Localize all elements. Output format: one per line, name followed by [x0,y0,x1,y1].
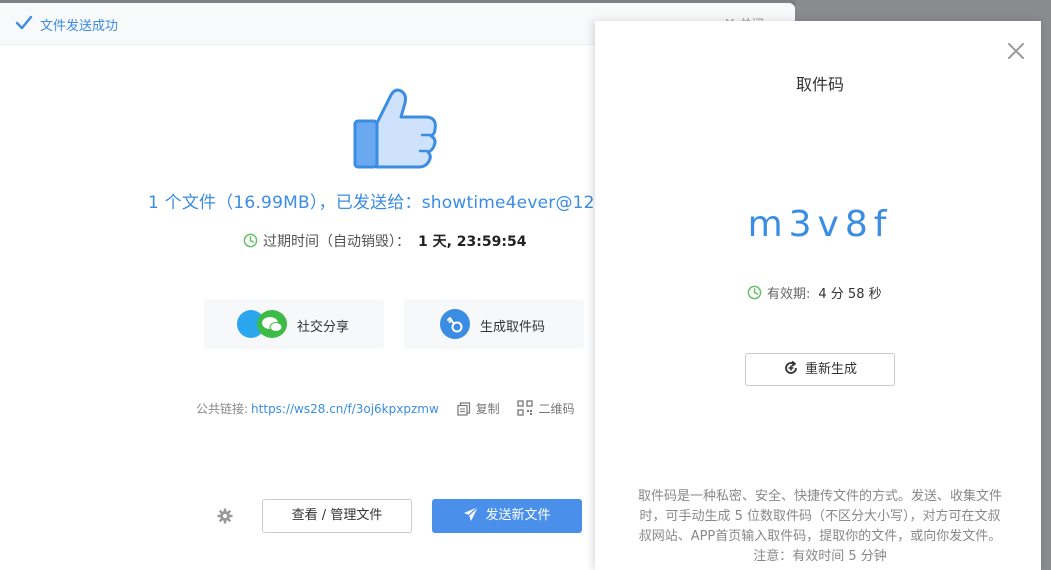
pickup-code-description: 取件码是一种私密、安全、快捷传文件的方式。发送、收集文件时，可手动生成 5 位数… [637,489,1002,564]
manage-files-button[interactable]: 查看 / 管理文件 [262,499,412,533]
expire-countdown: 1 天, 23:59:54 [418,234,527,250]
public-link-label: 公共链接: [196,402,249,416]
thumbs-up-icon [353,88,437,169]
clock-icon [747,285,762,300]
validity-countdown: 4 分 58 秒 [818,287,882,302]
gear-icon[interactable] [217,508,233,524]
social-share-label: 社交分享 [297,320,350,335]
expire-row: 过期时间（自动销毁）： 1 天, 23:59:54 [243,231,526,251]
generate-code-button[interactable]: 生成取件码 [404,299,584,349]
qrcode-button[interactable]: 二维码 [517,400,574,417]
generate-code-label: 生成取件码 [480,320,546,335]
qrcode-icon [517,400,534,416]
copy-icon [456,402,470,416]
public-link-row: 公共链接: https://ws28.cn/f/3oj6kpxpzmw 复制 二维… [196,400,574,417]
social-share-button[interactable]: 社交分享 [204,299,384,349]
regenerate-label: 重新生成 [804,362,857,377]
pickup-code-value: m3v8f [747,204,893,245]
close-icon[interactable] [1006,41,1026,61]
file-info-text: 1 个文件（16.99MB），已发送给：showtime4ever@126.co… [148,193,649,213]
validity-label: 有效期: [767,287,811,302]
send-icon [464,506,479,521]
wechat-icon [257,310,287,338]
key-icon [440,309,470,339]
clock-icon [243,233,258,248]
expire-label: 过期时间（自动销毁）： [263,234,410,250]
qrcode-label: 二维码 [538,402,575,416]
copy-link-button[interactable]: 复制 [456,400,500,417]
check-icon [15,15,33,30]
regenerate-button[interactable]: 重新生成 [745,353,895,386]
pickup-code-panel: 取件码 m3v8f 有效期: 4 分 58 秒 重新生成 取件码是一种私密、安全、… [595,21,1041,570]
copy-label: 复制 [475,402,500,416]
validity-row: 有效期: 4 分 58 秒 [747,283,882,302]
pickup-code-title: 取件码 [795,75,844,94]
send-new-file-button[interactable]: 发送新文件 [432,499,582,533]
send-new-file-label: 发送新文件 [485,508,551,523]
public-link-url[interactable]: https://ws28.cn/f/3oj6kpxpzmw [251,402,439,416]
modal-title: 文件发送成功 [40,19,119,34]
refresh-icon [785,360,797,374]
